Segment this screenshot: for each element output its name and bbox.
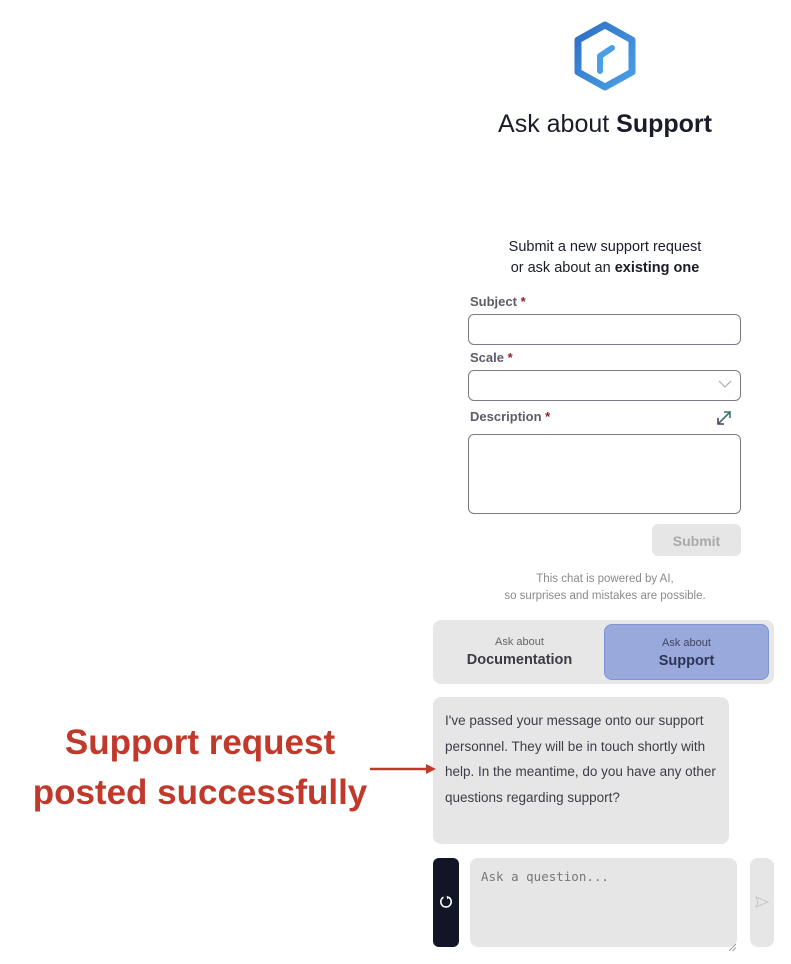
disclaimer-line-2: so surprises and mistakes are possible. [504, 590, 706, 602]
required-mark: * [507, 350, 513, 365]
mode-toggle: Ask about Documentation Ask about Suppor… [433, 620, 774, 684]
tab-big-label: Documentation [466, 652, 573, 668]
reset-chat-button[interactable] [433, 858, 459, 947]
ask-question-input[interactable] [470, 858, 737, 947]
subject-label: Subject * [470, 294, 526, 309]
ai-disclaimer: This chat is powered by AI, so surprises… [440, 571, 770, 605]
form-intro: Submit a new support request or ask abou… [430, 237, 780, 279]
description-label-text: Description [470, 409, 542, 424]
assistant-message: I've passed your message onto our suppor… [433, 697, 729, 844]
tab-small-label: Ask about [662, 637, 711, 649]
annotation-callout: Support request posted successfully [20, 718, 380, 818]
subject-label-text: Subject [470, 294, 517, 309]
intro-line-2-bold: existing one [614, 260, 700, 276]
scale-label-text: Scale [470, 350, 504, 365]
annotation-arrow-icon [370, 762, 436, 776]
annotation-line-1: Support request [64, 723, 336, 762]
intro-line-2-prefix: or ask about an [510, 260, 615, 276]
send-button[interactable] [750, 858, 774, 947]
tab-small-label: Ask about [495, 636, 544, 648]
intro-line-2: or ask about an existing one [430, 258, 780, 279]
intro-line-1: Submit a new support request [508, 239, 702, 255]
send-icon [755, 896, 769, 908]
required-mark: * [520, 294, 526, 309]
page-title: Ask about Support [430, 110, 780, 139]
tab-big-label: Support [658, 653, 715, 669]
scale-select[interactable] [468, 370, 741, 401]
description-textarea[interactable] [468, 434, 741, 514]
title-bold: Support [616, 110, 712, 138]
submit-button[interactable]: Submit [652, 524, 741, 556]
description-label: Description * [470, 409, 550, 424]
annotation-line-2: posted successfully [32, 773, 368, 812]
title-prefix: Ask about [498, 110, 617, 138]
tab-ask-documentation[interactable]: Ask about Documentation [437, 624, 602, 680]
hexagon-logo-icon [572, 20, 638, 92]
disclaimer-line-1: This chat is powered by AI, [536, 573, 674, 585]
resize-grip-icon[interactable] [728, 938, 737, 952]
chevron-down-icon [718, 380, 732, 388]
scale-label: Scale * [470, 350, 513, 365]
expand-icon[interactable] [714, 408, 734, 428]
refresh-icon [440, 895, 452, 908]
tab-ask-support[interactable]: Ask about Support [604, 624, 769, 680]
subject-input[interactable] [468, 314, 741, 345]
required-mark: * [545, 409, 551, 424]
